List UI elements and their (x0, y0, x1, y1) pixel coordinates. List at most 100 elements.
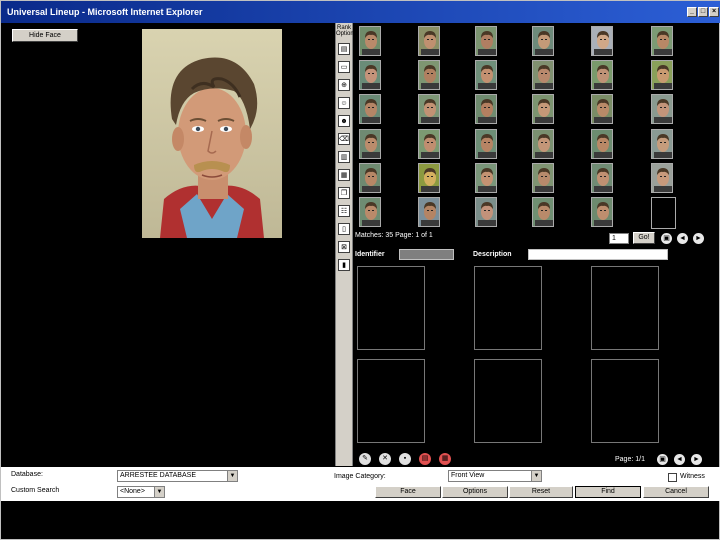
result-thumbnail[interactable] (532, 163, 554, 193)
result-thumbnail[interactable] (475, 197, 497, 227)
delete-icon[interactable]: ⊠ (338, 241, 350, 253)
browser-window: Universal Lineup - Microsoft Internet Ex… (0, 0, 720, 540)
title-bar: Universal Lineup - Microsoft Internet Ex… (1, 1, 720, 23)
trash-icon[interactable]: ▮ (338, 259, 350, 271)
witness-label: Witness (680, 473, 705, 480)
result-thumbnail[interactable] (651, 26, 673, 56)
window-controls: _ □ × (687, 7, 719, 17)
result-thumbnail[interactable] (359, 60, 381, 90)
find-button[interactable]: Find (575, 486, 641, 498)
result-thumbnail[interactable] (475, 94, 497, 124)
result-thumbnail[interactable] (651, 163, 673, 193)
maximize-button[interactable]: □ (698, 7, 708, 17)
lineup-page-count: Page: 1/1 (615, 456, 645, 463)
list-icon[interactable]: ▤ (338, 43, 350, 55)
file-open-icon[interactable]: ▥ (338, 151, 350, 163)
print-red-icon[interactable]: ▦ (439, 453, 451, 465)
identifier-label: Identifier (355, 251, 385, 258)
hide-face-button[interactable]: Hide Face (12, 29, 78, 42)
page-number-input[interactable]: 1 (609, 233, 629, 244)
result-thumbnail[interactable] (359, 26, 381, 56)
custom-search-select[interactable]: <None> ▼ (117, 486, 165, 498)
result-thumbnail[interactable] (359, 163, 381, 193)
image-category-select[interactable]: Front View ▼ (448, 470, 542, 482)
lineup-layout-icon[interactable]: ▣ (657, 454, 668, 465)
witness-checkbox[interactable] (668, 473, 677, 482)
card-icon[interactable]: ▭ (338, 61, 350, 73)
page-icon[interactable]: ▯ (338, 223, 350, 235)
result-thumbnail[interactable] (591, 197, 613, 227)
result-thumbnail[interactable] (591, 26, 613, 56)
face-button[interactable]: Face (375, 486, 441, 498)
people-icon[interactable]: ☷ (338, 205, 350, 217)
lineup-slot[interactable] (591, 359, 659, 443)
lineup-prev-icon[interactable]: ◄ (674, 454, 685, 465)
edit-icon[interactable]: ✎ (359, 453, 371, 465)
result-thumbnail[interactable] (651, 129, 673, 159)
result-thumbnail[interactable] (651, 60, 673, 90)
tool-strip: Rank Options ▤ ▭ ⊕ ☺ ☻ ⌫ ▥ ▦ ❐ ☷ ▯ ⊠ ▮ (335, 23, 357, 466)
image-category-label: Image Category: (334, 473, 386, 480)
options-button[interactable]: Options (442, 486, 508, 498)
zoom-icon[interactable]: ⊕ (338, 79, 350, 91)
prev-icon[interactable]: ◄ (677, 233, 688, 244)
chevron-down-icon: ▼ (531, 471, 541, 481)
result-thumbnail[interactable] (418, 94, 440, 124)
chevron-down-icon: ▼ (227, 471, 237, 481)
reset-button[interactable]: Reset (509, 486, 573, 498)
minimize-button[interactable]: _ (687, 7, 697, 17)
print-icon[interactable]: ▤ (419, 453, 431, 465)
result-thumbnail[interactable] (418, 60, 440, 90)
result-thumbnail[interactable] (359, 129, 381, 159)
result-thumbnail[interactable] (591, 94, 613, 124)
image-category-select-value: Front View (451, 472, 485, 479)
lineup-slot[interactable] (474, 359, 542, 443)
database-label: Database: (11, 471, 43, 478)
result-thumbnail[interactable] (532, 94, 554, 124)
result-thumbnail[interactable] (418, 163, 440, 193)
lineup-slot[interactable] (591, 266, 659, 350)
custom-search-label: Custom Search (11, 487, 60, 494)
description-field[interactable] (528, 249, 668, 260)
faces-icon[interactable]: ☺ (338, 97, 350, 109)
copy-icon[interactable]: ❐ (338, 187, 350, 199)
eraser-icon[interactable]: ⌫ (338, 133, 350, 145)
result-thumbnail[interactable] (475, 163, 497, 193)
result-thumbnail[interactable] (591, 163, 613, 193)
window-title: Universal Lineup - Microsoft Internet Ex… (7, 7, 203, 17)
result-thumbnail[interactable] (532, 60, 554, 90)
cancel-button[interactable]: Cancel (643, 486, 709, 498)
result-thumbnail[interactable] (418, 26, 440, 56)
result-thumbnail[interactable] (475, 129, 497, 159)
go-button[interactable]: Go! (633, 232, 655, 244)
results-grid (355, 26, 685, 231)
result-thumbnail[interactable] (591, 129, 613, 159)
result-thumbnail[interactable] (532, 129, 554, 159)
database-select[interactable]: ARRESTEE DATABASE ▼ (117, 470, 238, 482)
result-thumbnail[interactable] (651, 94, 673, 124)
empty-thumbnail-slot (651, 197, 676, 229)
save-icon[interactable]: ▦ (338, 169, 350, 181)
lineup-slot[interactable] (357, 359, 425, 443)
remove-icon[interactable]: ✕ (379, 453, 391, 465)
close-button[interactable]: × (709, 7, 719, 17)
lineup-slot[interactable] (474, 266, 542, 350)
result-thumbnail[interactable] (532, 197, 554, 227)
lineup-slot[interactable] (357, 266, 425, 350)
next-icon[interactable]: ► (693, 233, 704, 244)
result-thumbnail[interactable] (359, 94, 381, 124)
matches-status: Matches: 35 Page: 1 of 1 (355, 232, 433, 239)
result-thumbnail[interactable] (418, 197, 440, 227)
faces-compare-icon[interactable]: ☻ (338, 115, 350, 127)
result-thumbnail[interactable] (475, 60, 497, 90)
result-thumbnail[interactable] (475, 26, 497, 56)
save-lineup-icon[interactable]: ▪ (399, 453, 411, 465)
identifier-field[interactable] (399, 249, 454, 260)
layout-icon[interactable]: ▣ (661, 233, 672, 244)
result-thumbnail[interactable] (591, 60, 613, 90)
result-thumbnail[interactable] (359, 197, 381, 227)
result-thumbnail[interactable] (532, 26, 554, 56)
result-thumbnail[interactable] (418, 129, 440, 159)
custom-search-select-value: <None> (120, 488, 145, 495)
lineup-next-icon[interactable]: ► (691, 454, 702, 465)
